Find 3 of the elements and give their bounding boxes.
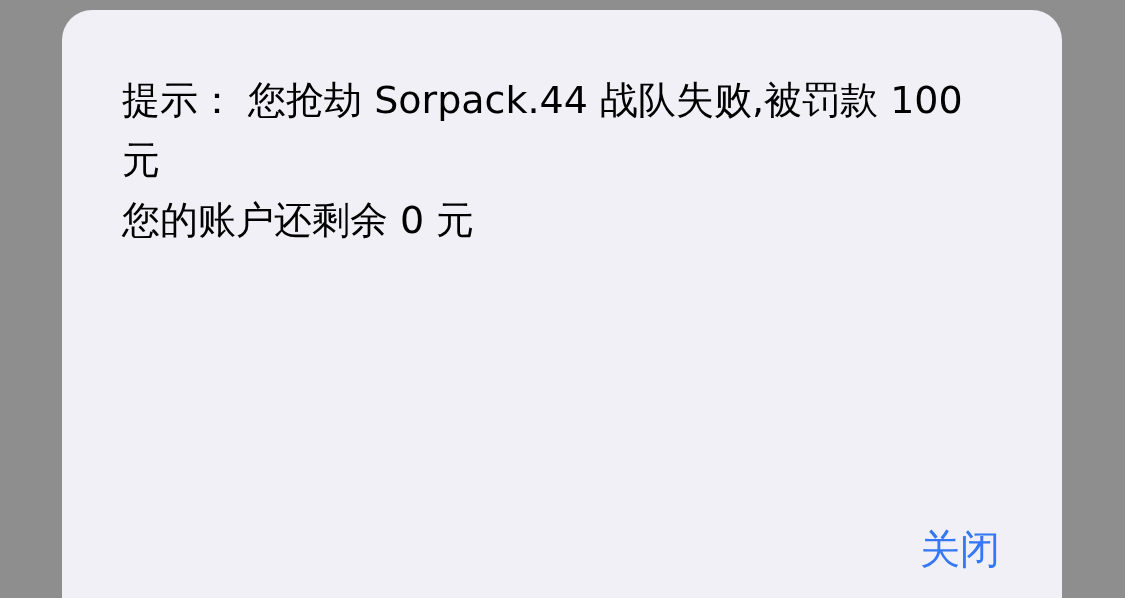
alert-message: 提示： 您抢劫 Sorpack.44 战队失败,被罚款 100 元 (122, 77, 964, 184)
balance-text: 您的账户还剩余 0 元 (122, 197, 475, 244)
close-button[interactable]: 关闭 (920, 524, 1000, 574)
